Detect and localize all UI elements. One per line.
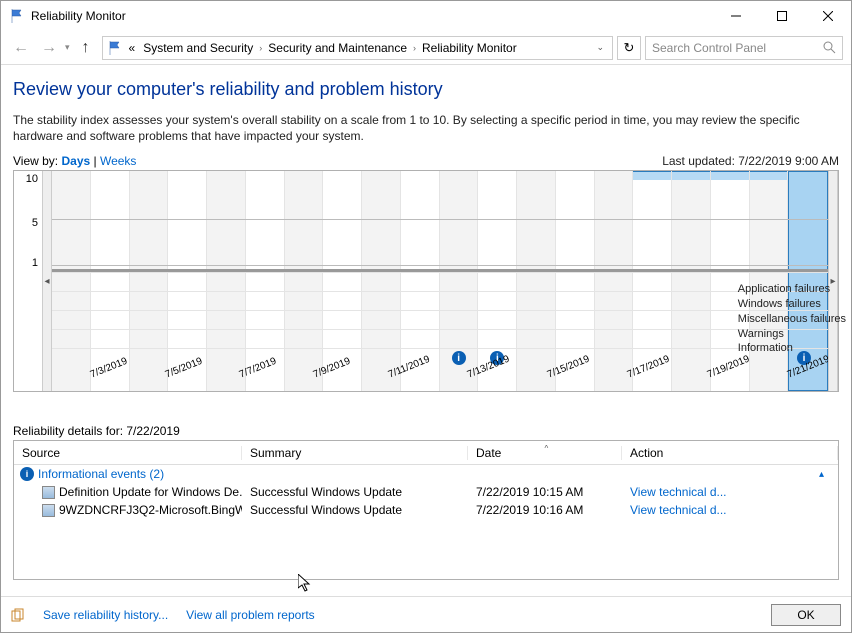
update-icon xyxy=(42,504,55,517)
maximize-button[interactable] xyxy=(759,1,805,31)
forward-button[interactable]: → xyxy=(37,36,61,60)
flag-icon xyxy=(107,40,123,56)
footer: Save reliability history... View all pro… xyxy=(1,596,851,632)
breadcrumb-part[interactable]: Reliability Monitor xyxy=(420,41,519,55)
page-description: The stability index assesses your system… xyxy=(13,112,839,144)
chart-scroll-left[interactable]: ◂ xyxy=(42,171,52,391)
col-action[interactable]: Action xyxy=(622,446,838,460)
breadcrumb-part[interactable]: Security and Maintenance xyxy=(266,41,409,55)
search-icon xyxy=(823,41,836,54)
y-axis: 10 5 1 xyxy=(14,171,42,391)
chevron-right-icon: › xyxy=(413,43,416,53)
breadcrumb[interactable]: « System and Security › Security and Mai… xyxy=(102,36,613,60)
search-placeholder: Search Control Panel xyxy=(652,41,823,55)
page-heading: Review your computer's reliability and p… xyxy=(13,79,839,100)
table-row[interactable]: 9WZDNCRFJ3Q2-Microsoft.BingW... Successf… xyxy=(14,501,838,519)
view-by: View by: Days | Weeks xyxy=(13,154,136,168)
reliability-chart[interactable]: 10 5 1 ◂ i i xyxy=(13,170,839,392)
chevron-right-icon: › xyxy=(259,43,262,53)
ok-button[interactable]: OK xyxy=(771,604,841,626)
col-summary[interactable]: Summary xyxy=(242,446,468,460)
nav-row: ← → ▾ ↑ « System and Security › Security… xyxy=(1,31,851,65)
close-button[interactable] xyxy=(805,1,851,31)
back-button[interactable]: ← xyxy=(9,36,33,60)
flag-icon xyxy=(9,8,25,24)
sort-caret-icon: ^ xyxy=(545,444,549,453)
col-source[interactable]: Source xyxy=(14,446,242,460)
breadcrumb-part[interactable]: System and Security xyxy=(141,41,255,55)
copy-icon xyxy=(11,608,25,622)
search-input[interactable]: Search Control Panel xyxy=(645,36,843,60)
breadcrumb-prefix[interactable]: « xyxy=(127,41,138,55)
view-weeks-link[interactable]: Weeks xyxy=(100,154,136,168)
chart-grid[interactable]: i i i 7/3/2019 7/5/2019 7/7/2019 7/9/201… xyxy=(52,171,828,391)
collapse-icon[interactable]: ▴ xyxy=(819,469,832,480)
details-table: Source Summary Date^ Action i Informatio… xyxy=(13,440,839,580)
last-updated: Last updated: 7/22/2019 9:00 AM xyxy=(662,154,839,168)
view-days-link[interactable]: Days xyxy=(61,154,90,168)
info-icon: i xyxy=(20,467,34,481)
details-label: Reliability details for: 7/22/2019 xyxy=(13,424,839,438)
view-details-link[interactable]: View technical d... xyxy=(622,485,838,499)
titlebar: Reliability Monitor xyxy=(1,1,851,31)
group-row-informational[interactable]: i Informational events (2) ▴ xyxy=(14,465,838,483)
view-all-reports-link[interactable]: View all problem reports xyxy=(186,608,315,622)
content-area: Review your computer's reliability and p… xyxy=(1,65,851,596)
save-history-link[interactable]: Save reliability history... xyxy=(43,608,168,622)
window-title: Reliability Monitor xyxy=(31,9,713,23)
breadcrumb-dropdown[interactable]: ⌄ xyxy=(592,42,608,53)
col-date[interactable]: Date^ xyxy=(468,446,622,460)
table-row[interactable]: Definition Update for Windows De... Succ… xyxy=(14,483,838,501)
table-header: Source Summary Date^ Action xyxy=(14,441,838,465)
view-details-link[interactable]: View technical d... xyxy=(622,503,838,517)
up-button[interactable]: ↑ xyxy=(74,36,98,60)
refresh-button[interactable]: ↻ xyxy=(617,36,641,60)
x-axis: 7/3/2019 7/5/2019 7/7/2019 7/9/2019 7/11… xyxy=(52,367,828,391)
recent-dropdown[interactable]: ▾ xyxy=(65,42,70,53)
chart-legend: Application failures Windows failures Mi… xyxy=(738,282,846,356)
minimize-button[interactable] xyxy=(713,1,759,31)
update-icon xyxy=(42,486,55,499)
